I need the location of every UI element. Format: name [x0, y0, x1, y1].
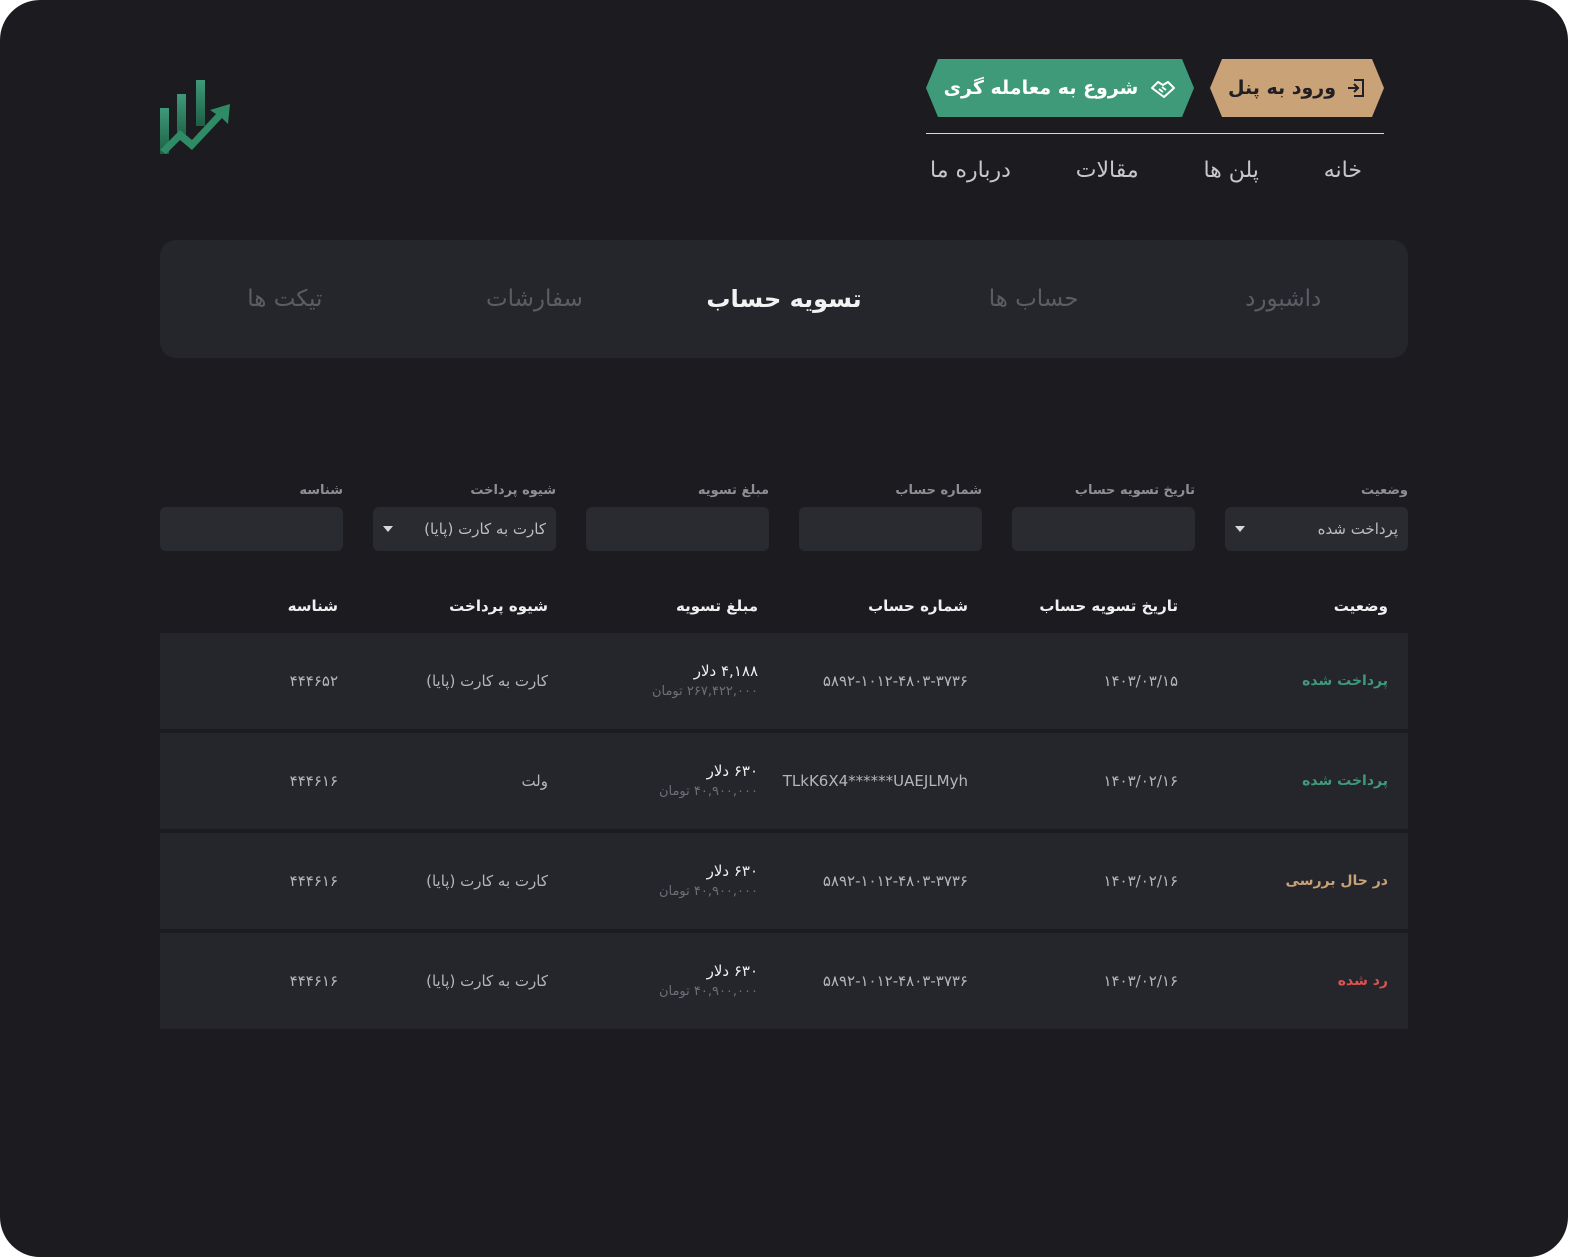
nav-home[interactable]: خانه [1324, 158, 1362, 183]
filter-method: شیوه پرداخت کارت به کارت (پایا) [373, 481, 556, 551]
settlement-amount: ۴,۱۸۸ دلار ۲۶۷,۴۲۲,۰۰۰ تومان [568, 660, 778, 702]
account-number-value: TLkK6X4******UAEJLMyh [782, 772, 968, 790]
account-number-input[interactable] [799, 507, 982, 551]
status-badge: پرداخت شده [1302, 773, 1388, 789]
date-input[interactable] [1012, 507, 1195, 551]
settlement-table-body: پرداخت شده ۱۴۰۳/۰۳/۱۵ ۵۸۹۲-۱۰۱۲-۴۸۰۳-۳۷۳… [160, 633, 1408, 1033]
payment-method: کارت به کارت (پایا) [426, 872, 548, 890]
column-header-account: شماره حساب [868, 597, 968, 615]
caret-down-icon [383, 526, 393, 532]
table-row[interactable]: پرداخت شده ۱۴۰۳/۰۳/۱۵ ۵۸۹۲-۱۰۱۲-۴۸۰۳-۳۷۳… [160, 633, 1408, 729]
amount-toman: ۴۰,۹۰۰,۰۰۰ تومان [658, 784, 758, 799]
filter-status-label: وضعیت [1360, 483, 1408, 498]
status-badge: رد شده [1337, 973, 1388, 989]
tab-dashboard[interactable]: داشبورد [1158, 286, 1408, 312]
tab-tickets[interactable]: تیکت ها [160, 286, 410, 312]
status-badge: پرداخت شده [1302, 673, 1388, 689]
filter-account-label: شماره حساب [895, 483, 982, 498]
nav-articles[interactable]: مقالات [1076, 158, 1139, 183]
dashboard-tabs: داشبورد حساب ها تسویه حساب سفارشات تیکت … [160, 240, 1408, 358]
settlement-date: ۱۴۰۳/۰۳/۱۵ [1103, 672, 1178, 690]
filter-date: تاریخ تسویه حساب [1012, 481, 1195, 551]
settlement-date: ۱۴۰۳/۰۲/۱۶ [1103, 772, 1178, 790]
column-header-id: شناسه [287, 597, 338, 615]
login-panel-label: ورود به پنل [1227, 77, 1337, 99]
amount-toman: ۴۰,۹۰۰,۰۰۰ تومان [658, 884, 758, 899]
filter-id: شناسه [160, 481, 343, 551]
payment-method: کارت به کارت (پایا) [426, 972, 548, 990]
account-number: ۵۸۹۲-۱۰۱۲-۴۸۰۳-۳۷۳۶ [778, 972, 988, 990]
filter-amount: مبلغ تسویه [586, 481, 769, 551]
column-header-status: وضعیت [1333, 597, 1388, 615]
brand-logo[interactable] [158, 78, 232, 156]
amount-toman: ۲۶۷,۴۲۲,۰۰۰ تومان [651, 684, 758, 699]
nav-about[interactable]: درباره ما [930, 158, 1011, 183]
account-number-value: ۵۸۹۲-۱۰۱۲-۴۸۰۳-۳۷۳۶ [822, 872, 968, 890]
id-input[interactable] [160, 507, 343, 551]
table-header: وضعیت تاریخ تسویه حساب شماره حساب مبلغ ت… [160, 584, 1408, 628]
handshake-icon [1150, 77, 1176, 99]
main-nav: خانه پلن ها مقالات درباره ما [926, 150, 1384, 190]
caret-down-icon [1235, 526, 1245, 532]
table-row[interactable]: رد شده ۱۴۰۳/۰۲/۱۶ ۵۸۹۲-۱۰۱۲-۴۸۰۳-۳۷۳۶ ۶۳… [160, 933, 1408, 1029]
account-number: ۵۸۹۲-۱۰۱۲-۴۸۰۳-۳۷۳۶ [778, 872, 988, 890]
amount-dollar: ۶۳۰ دلار [706, 962, 758, 980]
status-select-value: پرداخت شده [1317, 520, 1398, 538]
column-header-date: تاریخ تسویه حساب [1039, 597, 1178, 615]
tab-accounts[interactable]: حساب ها [909, 286, 1159, 312]
filter-account: شماره حساب [799, 481, 982, 551]
start-trading-label: شروع به معامله گری [943, 77, 1139, 99]
status-select[interactable]: پرداخت شده [1225, 507, 1408, 551]
filter-amount-label: مبلغ تسویه [697, 483, 769, 498]
tab-settlement[interactable]: تسویه حساب [659, 285, 909, 313]
account-number: TLkK6X4******UAEJLMyh [778, 772, 988, 790]
column-header-method: شیوه پرداخت [449, 597, 548, 615]
account-number-value: ۵۸۹۲-۱۰۱۲-۴۸۰۳-۳۷۳۶ [822, 672, 968, 690]
account-number: ۵۸۹۲-۱۰۱۲-۴۸۰۳-۳۷۳۶ [778, 672, 988, 690]
table-row[interactable]: پرداخت شده ۱۴۰۳/۰۲/۱۶ TLkK6X4******UAEJL… [160, 733, 1408, 829]
login-icon [1346, 78, 1366, 98]
payment-method: ولت [521, 772, 548, 790]
row-id: ۴۴۴۶۱۶ [289, 872, 338, 890]
filter-status: وضعیت پرداخت شده [1225, 481, 1408, 551]
filter-date-label: تاریخ تسویه حساب [1074, 483, 1195, 498]
row-id: ۴۴۴۶۱۶ [289, 772, 338, 790]
amount-toman: ۴۰,۹۰۰,۰۰۰ تومان [658, 984, 758, 999]
amount-input[interactable] [586, 507, 769, 551]
nav-plans[interactable]: پلن ها [1203, 158, 1258, 183]
nav-divider [926, 133, 1384, 134]
settlement-amount: ۶۳۰ دلار ۴۰,۹۰۰,۰۰۰ تومان [568, 760, 778, 802]
amount-dollar: ۶۳۰ دلار [706, 762, 758, 780]
status-badge: در حال بررسی [1285, 873, 1388, 889]
filter-method-label: شیوه پرداخت [470, 483, 556, 498]
payment-method: کارت به کارت (پایا) [426, 672, 548, 690]
tab-orders[interactable]: سفارشات [410, 286, 660, 312]
app-frame: ورود به پنل شروع به معامله گری خانه پلن … [0, 0, 1568, 1257]
table-row[interactable]: در حال بررسی ۱۴۰۳/۰۲/۱۶ ۵۸۹۲-۱۰۱۲-۴۸۰۳-۳… [160, 833, 1408, 929]
settlement-date: ۱۴۰۳/۰۲/۱۶ [1103, 872, 1178, 890]
settlement-date: ۱۴۰۳/۰۲/۱۶ [1103, 972, 1178, 990]
settlement-amount: ۶۳۰ دلار ۴۰,۹۰۰,۰۰۰ تومان [568, 860, 778, 902]
payment-method-select-value: کارت به کارت (پایا) [424, 520, 546, 538]
row-id: ۴۴۴۶۱۶ [289, 972, 338, 990]
login-panel-button[interactable]: ورود به پنل [1210, 59, 1384, 117]
column-header-amount: مبلغ تسویه [675, 597, 758, 615]
filter-bar: وضعیت پرداخت شده تاریخ تسویه حساب شماره … [160, 481, 1408, 551]
account-number-value: ۵۸۹۲-۱۰۱۲-۴۸۰۳-۳۷۳۶ [822, 972, 968, 990]
row-id: ۴۴۴۶۵۲ [289, 672, 338, 690]
payment-method-select[interactable]: کارت به کارت (پایا) [373, 507, 556, 551]
filter-id-label: شناسه [299, 483, 343, 498]
amount-dollar: ۴,۱۸۸ دلار [693, 662, 758, 680]
settlement-amount: ۶۳۰ دلار ۴۰,۹۰۰,۰۰۰ تومان [568, 960, 778, 1002]
amount-dollar: ۶۳۰ دلار [706, 862, 758, 880]
start-trading-button[interactable]: شروع به معامله گری [926, 59, 1194, 117]
